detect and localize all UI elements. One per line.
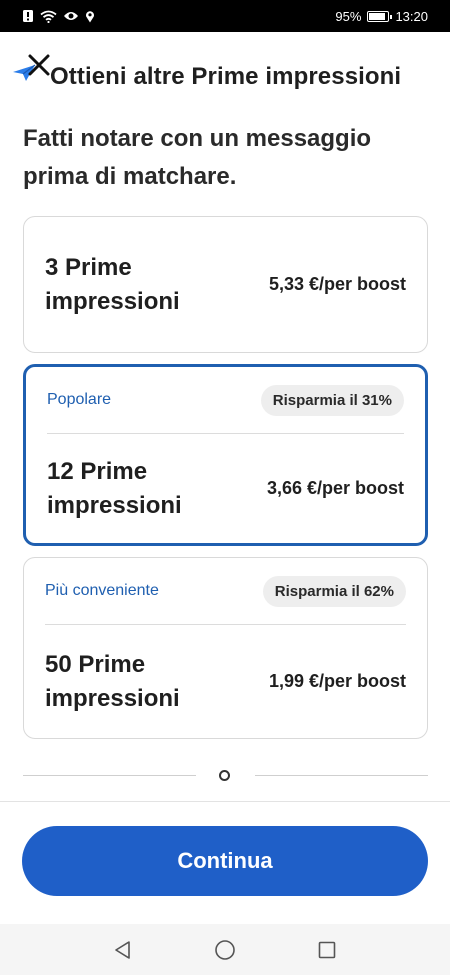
wifi-icon	[40, 10, 57, 23]
divider	[0, 801, 450, 802]
page-subtitle: Fatti notare con un messaggio prima di m…	[23, 125, 372, 190]
plan-price: 3,66 €/per boost	[266, 478, 404, 498]
plan-card-body: 3 Prime impressioni 5,33 €/per boost	[45, 217, 406, 352]
back-triangle-icon	[115, 940, 130, 959]
pager-line	[255, 775, 428, 776]
recents-button[interactable]	[315, 938, 339, 962]
plan-name: 3 Prime impressioni	[45, 253, 180, 315]
pager-indicator	[23, 764, 428, 786]
battery-percentage: 95%	[335, 8, 362, 24]
status-icons-left	[22, 9, 95, 23]
pager-dot[interactable]	[219, 770, 230, 781]
plan-card-body: 50 Prime impressioni 1,99 €/per boost	[45, 625, 406, 738]
savings-badge: Risparmia il 62%	[262, 575, 406, 607]
home-circle-icon	[215, 939, 235, 960]
plan-card-header: Popolare Risparmia il 31%	[47, 367, 404, 434]
page-title: Ottieni altre Prime impressioni	[50, 63, 402, 90]
home-button[interactable]	[213, 938, 237, 962]
status-bar: 95% 13:20	[0, 0, 450, 32]
continue-button[interactable]: Continua	[22, 826, 428, 896]
status-icons-right: 95% 13:20	[335, 9, 428, 24]
close-button[interactable]	[26, 52, 52, 78]
plan-card-header: Più conveniente Risparmia il 62%	[45, 558, 406, 625]
plan-card-body: 12 Prime impressioni 3,66 €/per boost	[47, 434, 404, 543]
plan-card-50[interactable]: Più conveniente Risparmia il 62% 50 Prim…	[23, 557, 428, 739]
plan-price: 5,33 €/per boost	[268, 274, 406, 294]
pager-line	[23, 775, 196, 776]
location-icon	[85, 10, 95, 23]
plan-tag: Più conveniente	[45, 582, 159, 599]
plan-card-3[interactable]: 3 Prime impressioni 5,33 €/per boost	[23, 216, 428, 353]
close-icon	[28, 54, 50, 76]
recents-square-icon	[318, 941, 336, 958]
plan-price: 1,99 €/per boost	[268, 671, 406, 691]
notification-icon	[22, 9, 34, 23]
header: Ottieni altre Prime impressioni	[0, 48, 450, 102]
savings-badge: Risparmia il 31%	[260, 384, 404, 416]
plan-name: 50 Prime impressioni	[45, 650, 180, 712]
plan-tag: Popolare	[47, 391, 112, 408]
eye-icon	[63, 10, 79, 22]
back-button[interactable]	[111, 938, 135, 962]
clock: 13:20	[395, 8, 428, 24]
battery-icon	[367, 10, 393, 22]
plan-card-12[interactable]: Popolare Risparmia il 31% 12 Prime impre…	[23, 364, 428, 546]
plan-name: 12 Prime impressioni	[47, 457, 182, 519]
system-nav-bar	[0, 924, 450, 975]
